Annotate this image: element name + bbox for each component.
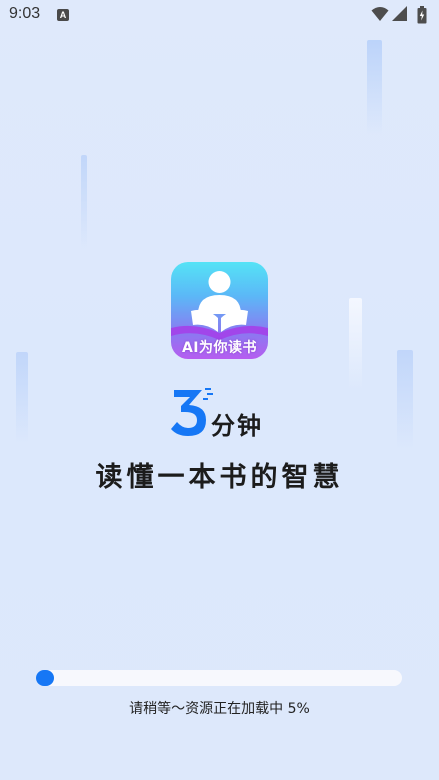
decorative-streak [16,352,28,444]
decorative-streak [81,155,87,250]
loading-status-text: 请稍等～资源正在加载中 5% [129,701,310,717]
signal-icon [392,6,407,21]
decorative-streak [367,40,382,135]
loading-progress-bar [36,670,402,686]
wifi-icon [371,7,389,21]
slogan-unit: 分钟 [211,412,263,440]
status-notification-icon: A [57,9,69,21]
slogan-number-3: 3 [171,388,213,436]
decorative-streak [397,350,413,450]
status-time: 9:03 [9,5,41,22]
loading-progress-fill [36,670,55,686]
logo-text: AI为你读书 [181,340,258,356]
status-bar: 9:03 A [0,0,439,30]
slogan-main-text: 读懂一本书的智慧 [95,462,344,493]
decorative-streak [349,298,362,390]
battery-icon [417,6,427,24]
app-logo: AI为你读书 [171,262,268,359]
status-icons [371,6,431,24]
